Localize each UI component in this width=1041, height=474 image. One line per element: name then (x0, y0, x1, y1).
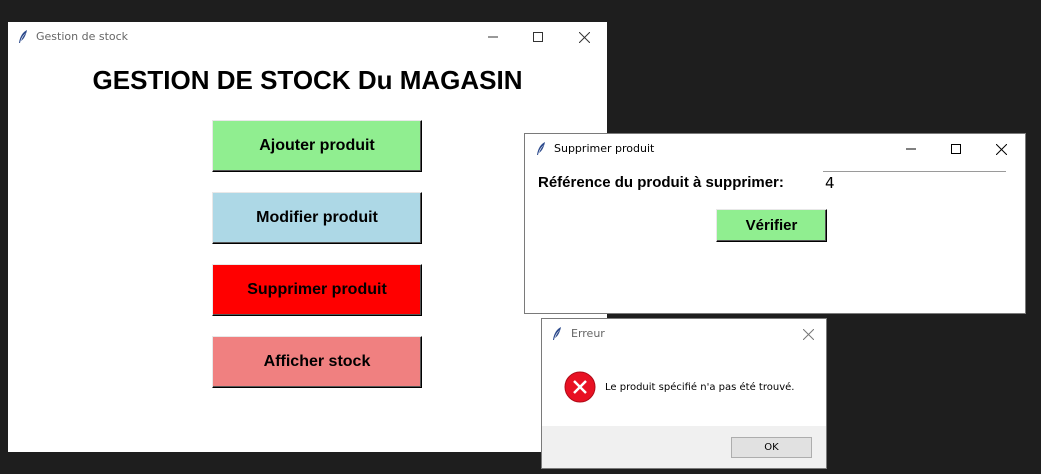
reference-input[interactable] (823, 171, 1006, 193)
reference-label: Référence du produit à supprimer: (538, 174, 784, 191)
verify-button[interactable]: Vérifier (716, 209, 827, 242)
close-icon[interactable] (561, 22, 607, 52)
delete-window-titlebar[interactable]: Supprimer produit (525, 134, 1025, 164)
error-x-icon (564, 371, 596, 403)
error-dialog-title: Erreur (571, 327, 605, 340)
ok-button[interactable]: OK (731, 437, 812, 458)
delete-window-title: Supprimer produit (554, 142, 655, 155)
close-icon[interactable] (978, 134, 1024, 164)
error-dialog-footer: OK (542, 426, 826, 468)
error-dialog-titlebar[interactable]: Erreur (542, 319, 826, 349)
minimize-icon[interactable] (470, 22, 516, 52)
feather-icon (553, 327, 561, 340)
error-message: Le produit spécifié n'a pas été trouvé. (605, 382, 795, 393)
delete-product-window: Supprimer produit Référence du produit à… (524, 133, 1026, 314)
delete-product-button[interactable]: Supprimer produit (212, 264, 422, 316)
maximize-icon[interactable] (933, 134, 979, 164)
page-title: GESTION DE STOCK Du MAGASIN (92, 65, 523, 95)
edit-product-button[interactable]: Modifier produit (212, 192, 422, 244)
show-stock-button[interactable]: Afficher stock (212, 336, 422, 388)
feather-icon (19, 30, 27, 43)
error-dialog-body: Le produit spécifié n'a pas été trouvé. (542, 349, 826, 427)
main-titlebar[interactable]: Gestion de stock (8, 22, 607, 52)
minimize-icon[interactable] (888, 134, 934, 164)
main-window: Gestion de stock GESTION DE STOCK Du MAG… (8, 22, 607, 452)
error-dialog: Erreur Le produit spécifié n'a pas été t… (541, 318, 827, 469)
maximize-icon[interactable] (515, 22, 561, 52)
close-icon[interactable] (790, 319, 826, 349)
add-product-button[interactable]: Ajouter produit (212, 120, 422, 172)
feather-icon (537, 142, 545, 155)
main-window-title: Gestion de stock (36, 30, 129, 43)
